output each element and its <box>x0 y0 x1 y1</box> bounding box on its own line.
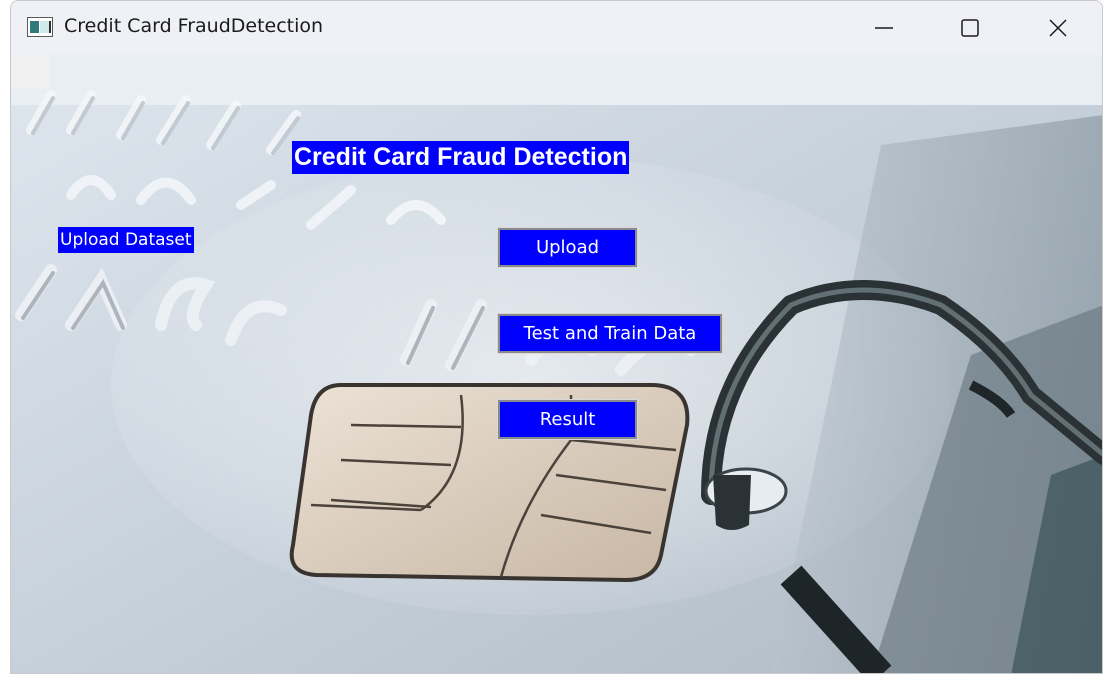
close-icon <box>1049 19 1067 37</box>
maximize-icon <box>961 19 979 37</box>
upload-button[interactable]: Upload <box>497 227 638 268</box>
maximize-button[interactable] <box>947 9 993 47</box>
window-title: Credit Card FraudDetection <box>64 15 324 37</box>
page-title: Credit Card Fraud Detection <box>292 141 630 174</box>
close-button[interactable] <box>1035 9 1081 47</box>
app-window-icon <box>27 17 53 37</box>
app-window: Credit Card FraudDetection Credit Card F… <box>10 0 1103 674</box>
main-canvas: Credit Card Fraud Detection Upload Datas… <box>11 55 1102 673</box>
minimize-button[interactable] <box>861 9 907 47</box>
result-button[interactable]: Result <box>497 399 638 440</box>
title-bar[interactable]: Credit Card FraudDetection <box>11 1 1102 55</box>
test-and-train-data-button[interactable]: Test and Train Data <box>497 313 723 354</box>
upload-dataset-label: Upload Dataset <box>58 227 194 253</box>
corner-patch <box>11 55 49 89</box>
minimize-icon <box>875 27 893 29</box>
